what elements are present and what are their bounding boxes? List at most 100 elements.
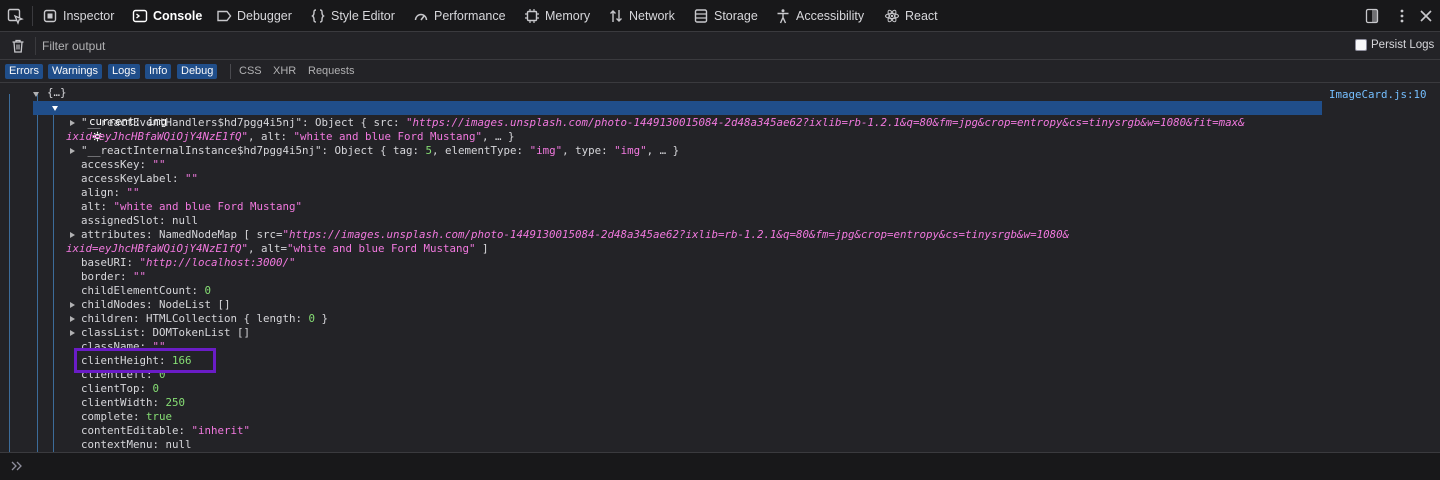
filter-errors-button[interactable]: Errors [5, 64, 43, 79]
property-row[interactable]: ixid=eyJhcHBfaWQiOjY4NzE1fQ", alt="white… [66, 242, 489, 256]
selected-row[interactable] [33, 101, 1322, 115]
property-token: "inherit" [191, 424, 251, 437]
network-icon [610, 10, 622, 22]
property-row[interactable]: accessKeyLabel: "" [81, 172, 198, 186]
property-row[interactable]: "__reactInternalInstance$hd7pgg4i5nj": O… [81, 144, 679, 158]
close-icon[interactable] [1418, 8, 1434, 24]
current-img-node[interactable]: current: img [63, 101, 167, 142]
twisty-collapsed-icon[interactable] [70, 147, 75, 154]
twisty-collapsed-icon[interactable] [70, 315, 75, 322]
tab-console[interactable]: Console [132, 0, 202, 32]
property-token: accessKey: [81, 158, 153, 171]
property-token: "https://images.unsplash.com/photo-14491… [282, 228, 1070, 241]
property-token: NamedNodeMap [ src= [159, 228, 283, 241]
property-token: "" [126, 186, 140, 199]
property-token: assignedSlot: [81, 214, 173, 227]
checkbox-box[interactable] [1355, 39, 1367, 51]
tab-debugger[interactable]: Debugger [216, 0, 292, 32]
property-token: baseURI: [81, 256, 140, 269]
property-row[interactable]: ixid=eyJhcHBfaWQiOjY4NzE1fQ", alt: "whit… [66, 130, 515, 144]
filter-warnings-button[interactable]: Warnings [48, 64, 103, 79]
root-object-label[interactable]: {…} [47, 86, 67, 100]
property-token: accessKeyLabel: [81, 172, 186, 185]
property-row[interactable]: alt: "white and blue Ford Mustang" [81, 200, 302, 214]
tab-inspector[interactable]: Inspector [42, 0, 114, 32]
twisty-collapsed-icon[interactable] [70, 119, 75, 126]
property-row[interactable]: complete: true [81, 410, 172, 424]
tab-network[interactable]: Network [608, 0, 675, 32]
property-row[interactable]: classList: DOMTokenList [] [81, 326, 250, 340]
console-input-bar[interactable] [0, 452, 1440, 480]
tab-style-editor[interactable]: Style Editor [310, 0, 395, 32]
property-row[interactable]: accessKey: "" [81, 158, 166, 172]
twisty-collapsed-icon[interactable] [70, 329, 75, 336]
property-row[interactable]: children: HTMLCollection { length: 0 } [81, 312, 328, 326]
property-token: null [172, 214, 199, 227]
property-token: 250 [165, 396, 186, 409]
twisty-expanded-icon[interactable] [52, 106, 58, 111]
tree-guide-line [53, 115, 54, 452]
property-token: , … } [482, 130, 515, 143]
property-token: align: [81, 186, 127, 199]
tab-accessibility[interactable]: Accessibility [775, 0, 864, 32]
filter-output-input[interactable] [42, 36, 642, 56]
property-token: clientWidth: [81, 396, 166, 409]
tab-label: Style Editor [331, 9, 395, 23]
filter-xhr-button[interactable]: XHR [269, 64, 300, 79]
property-row[interactable]: assignedSlot: null [81, 214, 198, 228]
property-token: childElementCount: [81, 284, 205, 297]
tab-performance[interactable]: Performance [413, 0, 506, 32]
tab-memory[interactable]: Memory [524, 0, 590, 32]
tab-storage[interactable]: Storage [693, 0, 758, 32]
property-row[interactable]: childNodes: NodeList [] [81, 298, 231, 312]
element-picker-icon[interactable] [6, 7, 24, 25]
style-editor-icon [311, 9, 325, 23]
property-token: NodeList [] [159, 298, 231, 311]
filter-info-button[interactable]: Info [145, 64, 172, 79]
property-row[interactable]: align: "" [81, 186, 140, 200]
property-token: childNodes: [81, 298, 160, 311]
filter-debug-button[interactable]: Debug [177, 64, 218, 79]
property-token: ] [475, 242, 489, 255]
twisty-collapsed-icon[interactable] [70, 301, 75, 308]
console-filter-bar: Persist Logs [0, 32, 1440, 60]
tab-react[interactable]: React [884, 0, 938, 32]
console-icon [132, 9, 148, 23]
property-token: } [315, 312, 329, 325]
tab-label: Memory [545, 9, 591, 23]
tree-guide-line [9, 94, 10, 452]
property-row[interactable]: contentEditable: "inherit" [81, 424, 250, 438]
trash-icon[interactable] [10, 38, 26, 54]
source-link[interactable]: ImageCard.js:10 [1329, 88, 1427, 101]
filter-logs-button[interactable]: Logs [108, 64, 140, 79]
property-row[interactable]: "__reactEventHandlers$hd7pgg4i5nj": Obje… [81, 116, 1245, 130]
property-token: "https://images.unsplash.com/photo-14491… [406, 116, 1245, 129]
filter-separator [35, 37, 36, 55]
property-row[interactable]: childElementCount: 0 [81, 284, 211, 298]
property-row[interactable]: baseURI: "http://localhost:3000/" [81, 256, 296, 270]
property-row[interactable]: attributes: NamedNodeMap [ src="https://… [81, 228, 1069, 242]
twisty-collapsed-icon[interactable] [70, 231, 75, 238]
property-row[interactable]: clientTop: 0 [81, 382, 159, 396]
property-row[interactable]: clientWidth: 250 [81, 396, 185, 410]
property-token: ixid=eyJhcHBfaWQiOjY4NzE1fQ" [66, 242, 249, 255]
persist-logs-checkbox[interactable]: Persist Logs [1355, 39, 1434, 51]
property-row[interactable]: border: "" [81, 270, 146, 284]
property-token: contentEditable: [81, 424, 192, 437]
inspector-icon [43, 9, 57, 23]
property-token: , alt= [248, 242, 288, 255]
tab-label: Network [629, 9, 675, 23]
more-options-icon[interactable] [1394, 8, 1410, 24]
log-level-filters: Errors Warnings Logs Info Debug CSS XHR … [0, 60, 1440, 83]
tab-label: Inspector [63, 9, 115, 23]
devtools-toolbar: Inspector Console Debugger Style Editor … [0, 0, 1440, 32]
dock-side-icon[interactable] [1364, 8, 1380, 24]
filter-css-button[interactable]: CSS [235, 64, 266, 79]
property-row[interactable]: contextMenu: null [81, 438, 192, 452]
twisty-expanded-icon[interactable] [33, 92, 39, 97]
property-token: , type: [562, 144, 615, 157]
storage-icon [694, 9, 708, 23]
property-token: "" [185, 172, 199, 185]
property-token: "__reactInternalInstance$hd7pgg4i5nj": [81, 144, 335, 157]
filter-requests-button[interactable]: Requests [304, 64, 358, 79]
